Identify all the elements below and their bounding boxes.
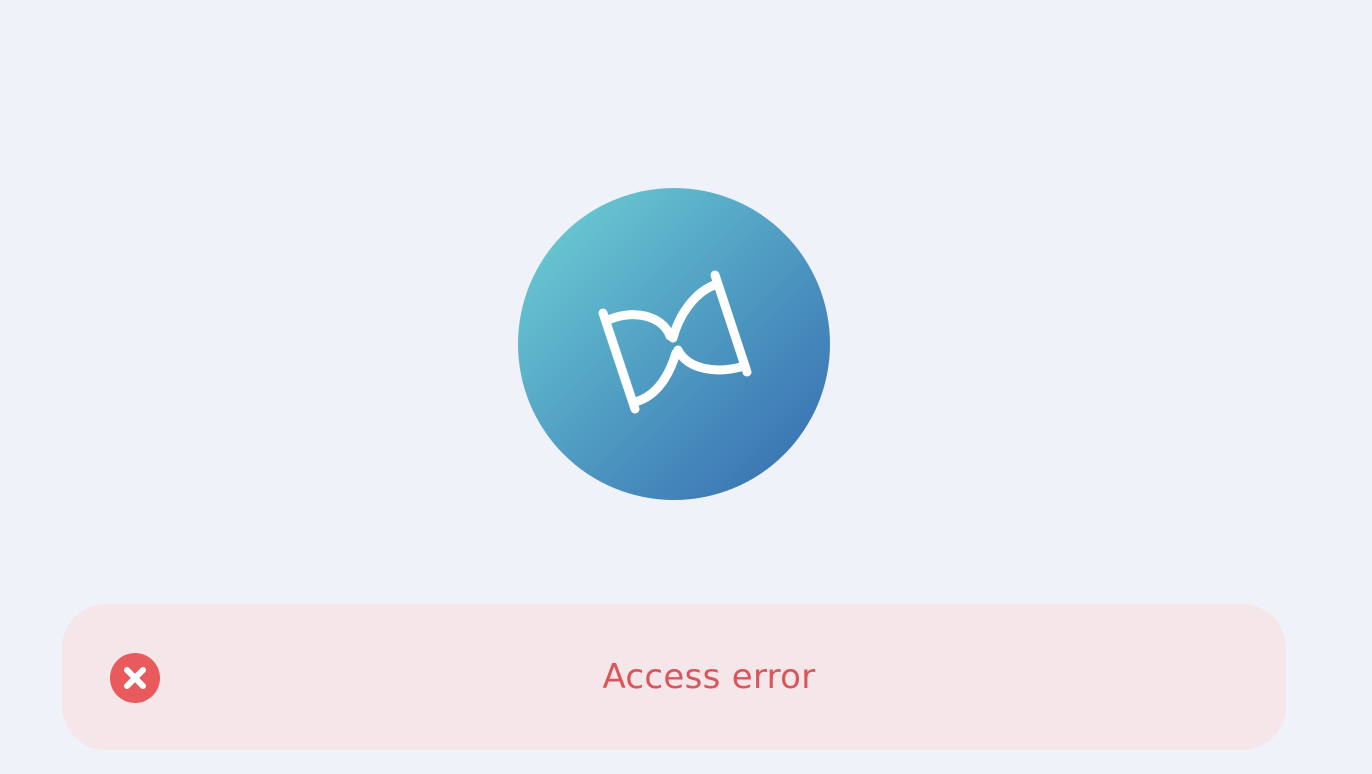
hourglass-bow-logo-icon <box>598 270 752 414</box>
error-banner: Access error <box>62 604 1286 750</box>
app-logo <box>518 188 830 500</box>
access-error-screen: Access error <box>0 0 1372 774</box>
error-message: Access error <box>602 657 816 697</box>
